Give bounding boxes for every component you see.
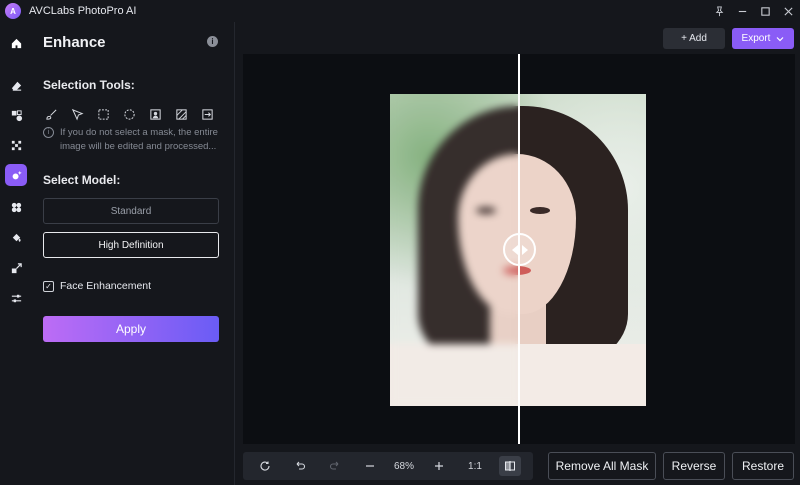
maximize-button[interactable] <box>754 0 777 22</box>
add-button-label: + Add <box>681 33 707 44</box>
original-half <box>390 94 519 406</box>
redo-icon <box>329 461 339 470</box>
hint-info-icon: i <box>43 127 54 138</box>
rail-fill[interactable] <box>5 227 27 249</box>
hatch-select-icon <box>176 109 187 120</box>
rectangle-select-tool[interactable] <box>95 106 112 123</box>
invert-select-tool[interactable] <box>173 106 190 123</box>
chevron-down-icon <box>777 36 784 41</box>
zoom-level: 68% <box>393 460 414 472</box>
info-icon[interactable]: i <box>207 36 218 47</box>
app-logo: A <box>5 3 21 19</box>
undo-icon <box>296 461 306 470</box>
rail-colorize[interactable] <box>5 196 27 218</box>
reverse-button[interactable]: Reverse <box>663 452 725 480</box>
plus-icon <box>435 462 443 470</box>
portrait-icon <box>150 109 161 120</box>
panel-title: Enhance <box>43 34 106 51</box>
export-button[interactable]: Export <box>732 28 794 49</box>
selection-tools <box>43 106 216 123</box>
tool-rail <box>0 22 32 485</box>
compare-slider-handle[interactable] <box>503 233 536 266</box>
import-icon <box>202 109 213 120</box>
zoom-in-button[interactable] <box>429 456 449 476</box>
mask-hint: i If you do not select a mask, the entir… <box>43 126 223 154</box>
rail-upscale[interactable] <box>5 257 27 279</box>
rail-enhance[interactable] <box>5 164 27 186</box>
add-button[interactable]: + Add <box>663 28 725 49</box>
pixel-icon <box>11 140 21 150</box>
portrait-select-tool[interactable] <box>147 106 164 123</box>
select-model-label: Select Model: <box>43 173 121 187</box>
view-toolbar: 68% 1:1 <box>243 452 533 480</box>
enhance-sparkle-icon <box>12 170 22 179</box>
import-mask-tool[interactable] <box>199 106 216 123</box>
background-remove-icon <box>11 109 22 121</box>
face-enhancement-checkbox[interactable]: ✓ <box>43 280 54 292</box>
window-controls <box>708 0 800 22</box>
undo-button[interactable] <box>290 456 310 476</box>
remove-all-mask-button[interactable]: Remove All Mask <box>548 452 656 480</box>
split-view-icon <box>505 461 515 471</box>
rail-home[interactable] <box>5 32 27 54</box>
close-button[interactable] <box>777 0 800 22</box>
zoom-out-button[interactable] <box>360 456 380 476</box>
rail-denoise[interactable] <box>5 134 27 156</box>
minus-icon <box>366 465 374 467</box>
arrow-right-icon <box>521 244 528 255</box>
paint-bucket-icon <box>12 233 21 242</box>
actual-size-button[interactable]: 1:1 <box>463 456 487 476</box>
rail-eraser[interactable] <box>5 74 27 96</box>
apply-button[interactable]: Apply <box>43 316 219 342</box>
brush-tool[interactable] <box>43 106 60 123</box>
arrow-left-icon <box>511 244 518 255</box>
ellipse-select-icon <box>124 109 135 120</box>
cursor-arrow-icon <box>71 108 84 121</box>
pointer-tool[interactable] <box>69 106 86 123</box>
model-high-definition-button[interactable]: High Definition <box>43 232 219 258</box>
restore-button[interactable]: Restore <box>732 452 794 480</box>
rectangle-select-icon <box>98 109 109 120</box>
rail-background[interactable] <box>5 104 27 126</box>
pin-button[interactable] <box>708 0 731 22</box>
minimize-icon <box>738 10 747 12</box>
title-bar: A AVCLabs PhotoPro AI <box>0 0 800 22</box>
mask-hint-text: If you do not select a mask, the entire … <box>60 127 218 152</box>
refresh-icon <box>260 461 270 471</box>
selection-tools-label: Selection Tools: <box>43 78 135 92</box>
ellipse-select-tool[interactable] <box>121 106 138 123</box>
app-title: AVCLabs PhotoPro AI <box>29 5 137 17</box>
upscale-icon <box>11 262 22 273</box>
compare-view-button[interactable] <box>499 456 521 476</box>
enhance-panel: Enhance i Selection Tools: i If you do n… <box>32 22 235 485</box>
export-button-label: Export <box>741 33 771 44</box>
face-enhancement-label: Face Enhancement <box>60 280 152 292</box>
pin-icon <box>715 5 724 16</box>
close-icon <box>784 6 793 16</box>
brush-icon <box>46 109 57 120</box>
flower-icon <box>11 202 21 212</box>
home-icon <box>11 38 21 48</box>
rail-adjust[interactable] <box>5 287 27 309</box>
maximize-icon <box>761 6 770 16</box>
face-enhancement-row[interactable]: ✓ Face Enhancement <box>43 280 151 292</box>
minimize-button[interactable] <box>731 0 754 22</box>
eraser-icon <box>11 81 21 91</box>
redo-button[interactable] <box>325 456 345 476</box>
reset-view-button[interactable] <box>255 456 275 476</box>
sliders-icon <box>11 294 21 302</box>
model-standard-button[interactable]: Standard <box>43 198 219 224</box>
image-canvas[interactable] <box>243 54 795 444</box>
